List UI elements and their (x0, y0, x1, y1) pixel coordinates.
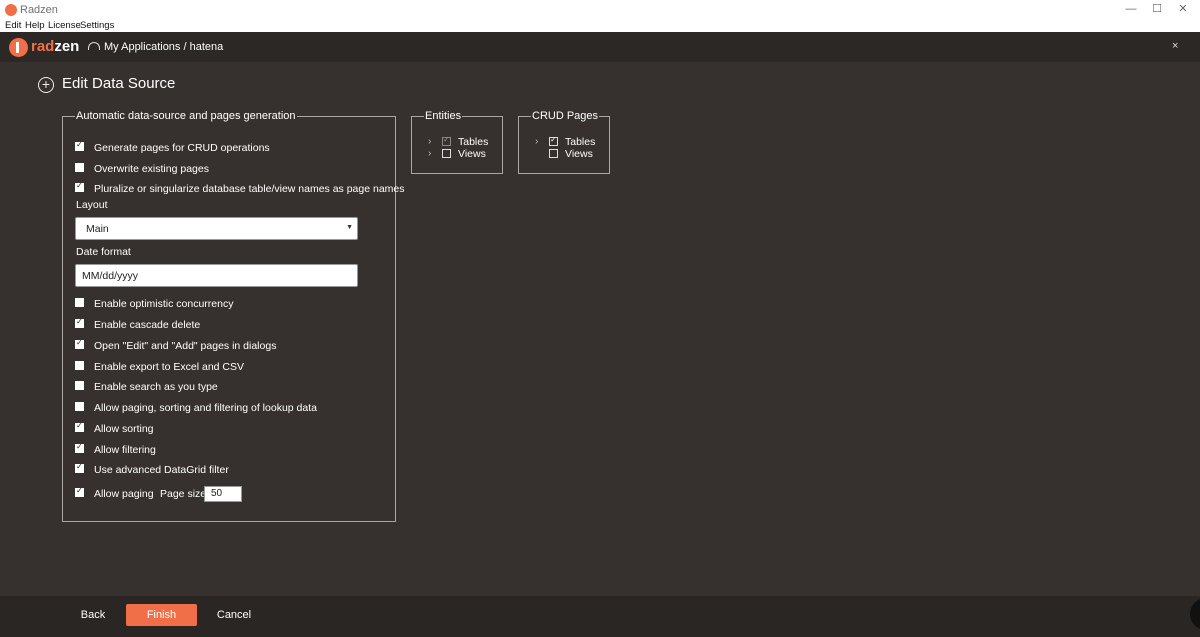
generation-legend: Automatic data-source and pages generati… (76, 110, 296, 122)
window-title: Radzen (20, 4, 58, 16)
page-size-value: 50 (211, 488, 223, 499)
allow-filtering-label: Allow filtering (94, 444, 156, 456)
overwrite-pages-label: Overwrite existing pages (94, 163, 209, 175)
chevron-right-icon[interactable]: › (535, 136, 538, 147)
generate-crud-label: Generate pages for CRUD operations (94, 142, 270, 154)
brand-zen: zen (54, 38, 80, 55)
window-titlebar: Radzen — ☐ ✕ (0, 0, 1200, 20)
radzen-brand[interactable]: radzen (31, 38, 79, 55)
date-format-value: MM/dd/yyyy (82, 270, 139, 282)
overwrite-pages-checkbox[interactable] (75, 163, 84, 172)
menu-bar: Edit Help License Settings (0, 20, 1200, 32)
menu-edit[interactable]: Edit (5, 20, 21, 31)
close-icon[interactable]: × (1172, 40, 1178, 52)
generate-crud-checkbox[interactable] (75, 140, 84, 151)
lookup-data-checkbox[interactable] (75, 402, 84, 411)
page-title: Edit Data Source (62, 75, 176, 92)
chevron-right-icon[interactable]: › (428, 136, 431, 147)
page-size-input[interactable]: 50 (204, 486, 242, 502)
dashboard-icon[interactable] (88, 42, 100, 50)
entities-views-checkbox[interactable] (442, 149, 451, 158)
export-label: Enable export to Excel and CSV (94, 361, 245, 373)
allow-paging-label: Allow paging (94, 488, 154, 500)
cancel-button[interactable]: Cancel (210, 604, 258, 626)
lookup-data-label: Allow paging, sorting and filtering of l… (94, 402, 317, 414)
allow-sorting-label: Allow sorting (94, 423, 154, 435)
advanced-filter-checkbox[interactable] (75, 462, 84, 473)
chevron-right-icon[interactable]: › (428, 148, 431, 159)
dropdown-arrow-icon: ▼ (346, 224, 353, 231)
pluralize-checkbox[interactable] (75, 181, 84, 192)
date-format-label: Date format (76, 246, 131, 258)
layout-value: Main (86, 223, 109, 235)
advanced-filter-label: Use advanced DataGrid filter (94, 464, 229, 476)
dialogs-checkbox[interactable] (75, 338, 84, 349)
entities-tables-checkbox[interactable] (442, 135, 451, 146)
entities-tables-label: Tables (458, 136, 489, 148)
optimistic-concurrency-label: Enable optimistic concurrency (94, 298, 234, 310)
entities-legend: Entities (425, 110, 462, 122)
finish-button[interactable]: Finish (126, 604, 197, 626)
plus-circle-icon: + (38, 77, 54, 93)
allow-paging-checkbox[interactable] (75, 486, 84, 497)
crud-pages-panel: CRUD Pages (518, 110, 610, 174)
allow-filtering-checkbox[interactable] (75, 442, 84, 453)
back-button[interactable]: Back (72, 604, 114, 626)
cascade-delete-label: Enable cascade delete (94, 319, 201, 331)
cascade-delete-checkbox[interactable] (75, 317, 84, 328)
page-size-label: Page size (160, 488, 207, 500)
crud-tables-checkbox[interactable] (549, 135, 558, 146)
date-format-input[interactable]: MM/dd/yyyy (75, 264, 358, 287)
crud-tables-label: Tables (565, 136, 596, 148)
crud-views-label: Views (565, 148, 593, 160)
pluralize-label: Pluralize or singularize database table/… (94, 183, 405, 195)
breadcrumb[interactable]: My Applications / hatena (104, 41, 223, 53)
crud-pages-legend: CRUD Pages (532, 110, 599, 122)
radzen-brand-icon[interactable] (9, 38, 28, 57)
menu-settings[interactable]: Settings (80, 20, 114, 31)
layout-select[interactable]: Main ▼ (75, 217, 358, 240)
crud-views-checkbox[interactable] (549, 149, 558, 158)
close-window-button[interactable]: ✕ (1166, 0, 1200, 20)
menu-help[interactable]: Help (25, 20, 45, 31)
radzen-logo-icon (5, 4, 17, 16)
optimistic-concurrency-checkbox[interactable] (75, 298, 84, 307)
search-as-you-type-checkbox[interactable] (75, 381, 84, 390)
search-as-you-type-label: Enable search as you type (94, 381, 218, 393)
menu-license[interactable]: License (48, 20, 81, 31)
allow-sorting-checkbox[interactable] (75, 421, 84, 432)
export-checkbox[interactable] (75, 361, 84, 370)
entities-views-label: Views (458, 148, 486, 160)
brand-rad: rad (31, 38, 55, 55)
dialogs-label: Open "Edit" and "Add" pages in dialogs (94, 340, 277, 352)
layout-label: Layout (76, 199, 108, 211)
entities-panel: Entities (411, 110, 503, 174)
